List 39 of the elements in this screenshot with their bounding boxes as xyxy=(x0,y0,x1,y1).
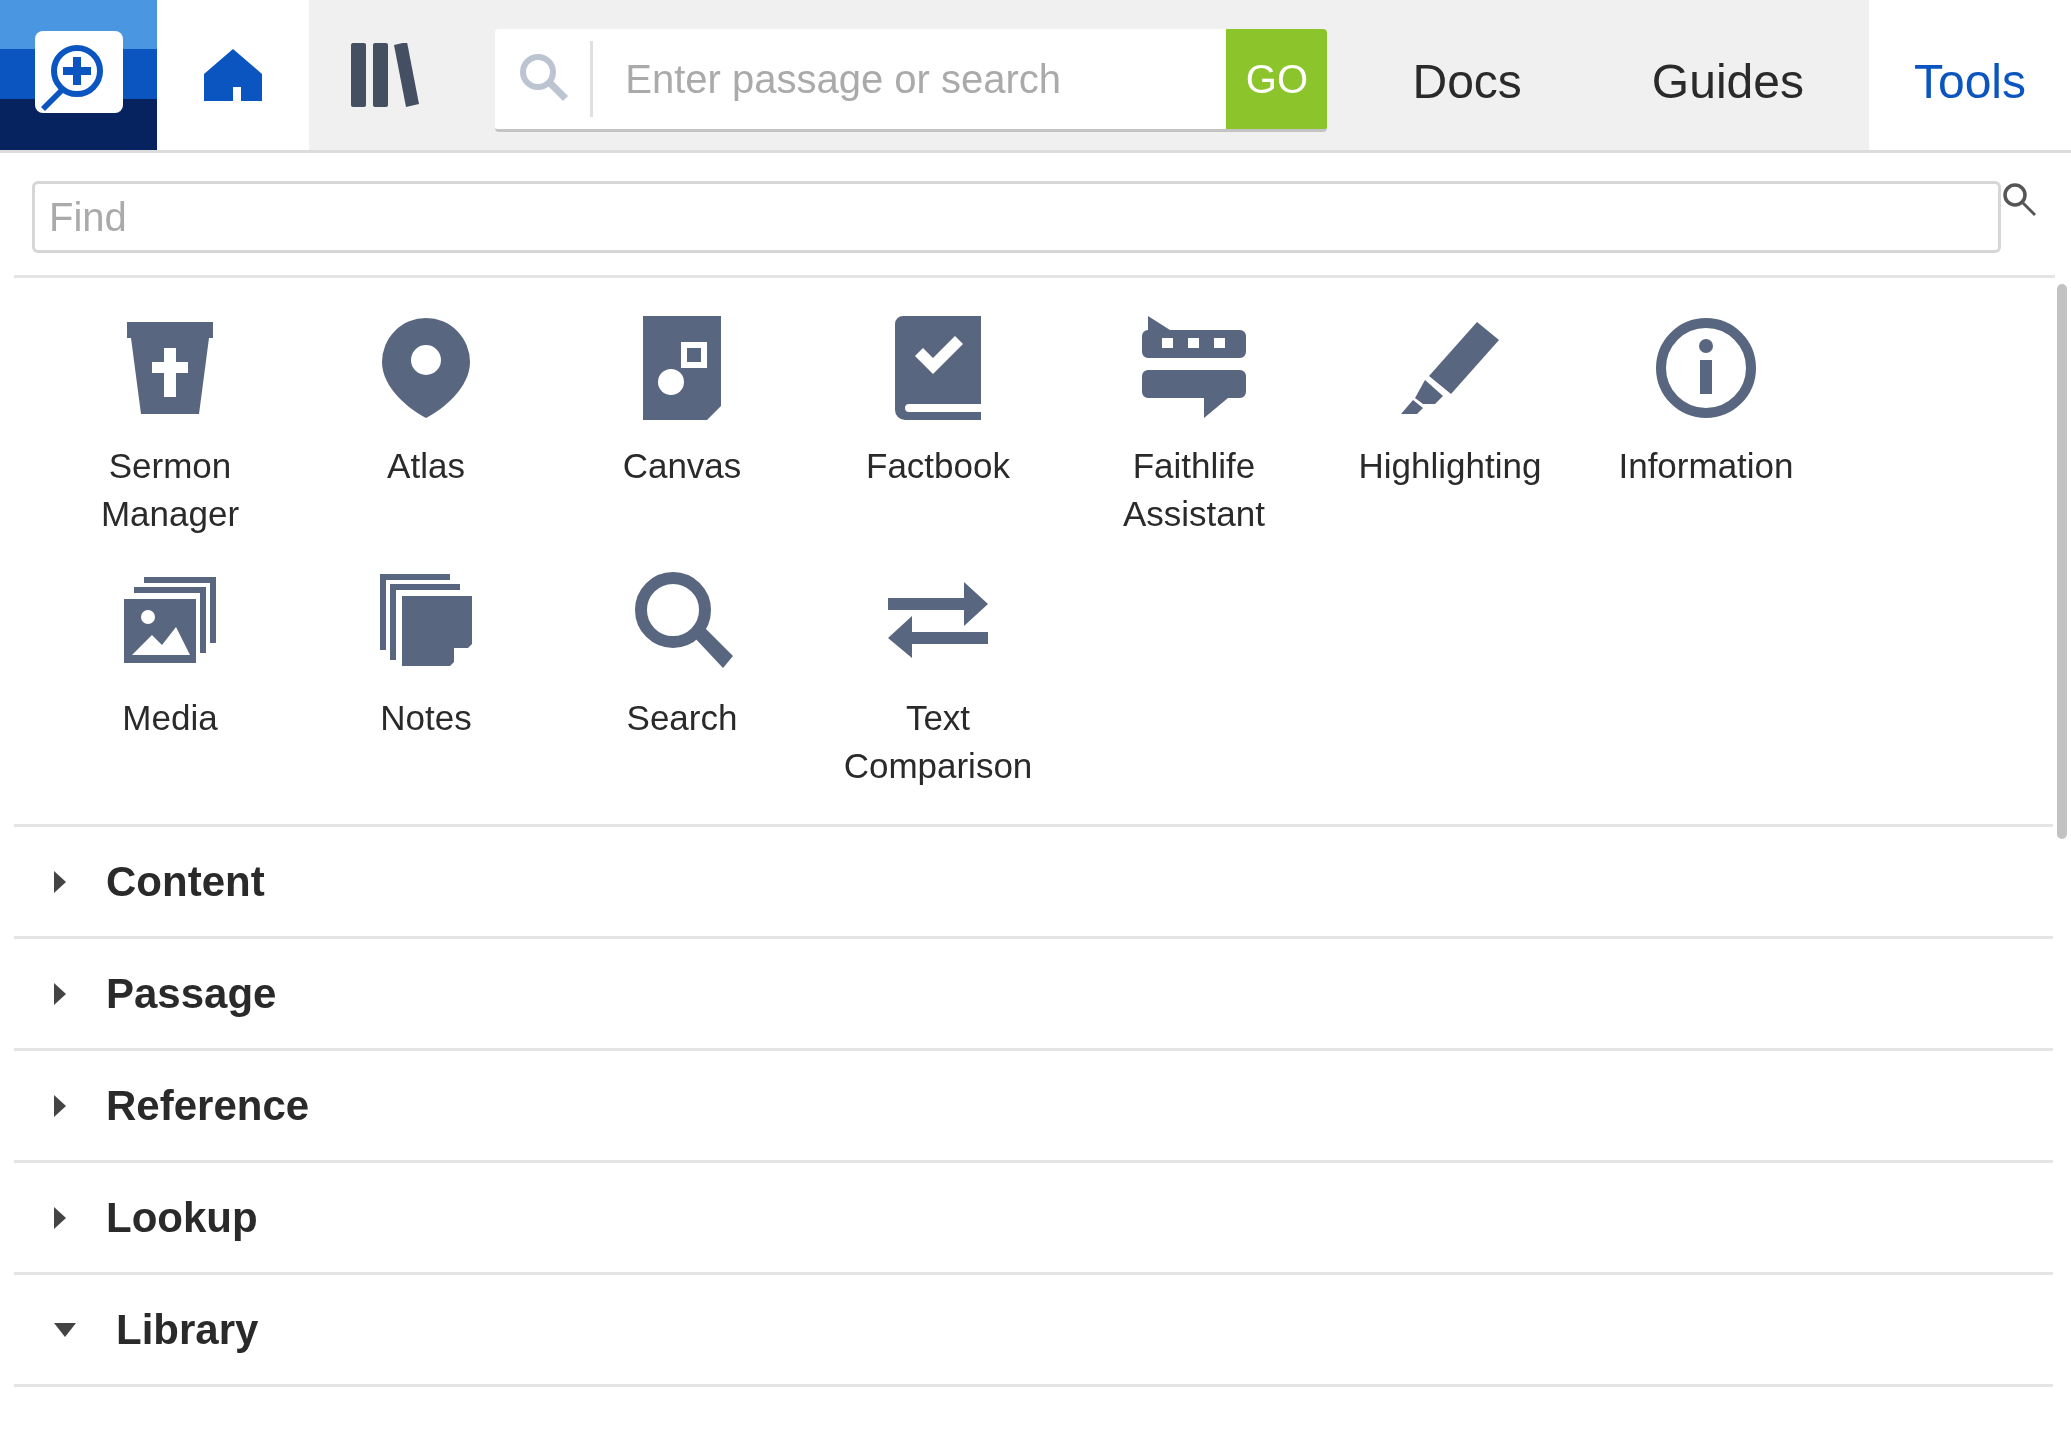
tool-item[interactable]: Atlas xyxy=(298,316,554,538)
tool-item[interactable]: Information xyxy=(1578,316,1834,538)
tool-item[interactable]: Factbook xyxy=(810,316,1066,538)
section-header[interactable]: Library xyxy=(116,1305,259,1354)
tool-item[interactable]: Search xyxy=(554,568,810,790)
section-header[interactable]: Content xyxy=(106,857,265,906)
nav-tab[interactable]: Docs xyxy=(1367,0,1567,150)
map-pin-icon xyxy=(380,316,472,420)
tool-item[interactable]: Sermon Manager xyxy=(42,316,298,538)
tool-item[interactable]: Text Comparison xyxy=(810,568,1066,790)
caret-right-icon[interactable] xyxy=(54,982,66,1005)
section-header[interactable]: Lookup xyxy=(106,1193,258,1242)
home-tab[interactable] xyxy=(157,0,310,150)
chat-bubbles-icon xyxy=(1142,316,1246,420)
logo-icon[interactable] xyxy=(0,0,158,150)
canvas-icon xyxy=(643,316,721,420)
tool-item[interactable]: Media xyxy=(42,568,298,790)
info-icon xyxy=(1654,316,1758,420)
tool-item[interactable]: Canvas xyxy=(554,316,810,538)
caret-right-icon[interactable] xyxy=(54,1094,66,1117)
books-icon xyxy=(351,43,420,107)
caret-right-icon[interactable] xyxy=(54,1206,66,1229)
tool-item[interactable]: Notes xyxy=(298,568,554,790)
nav-tab[interactable]: Tools xyxy=(1868,0,2071,150)
tool-item[interactable]: Faithlife Assistant xyxy=(1066,316,1322,538)
highlighter-icon xyxy=(1401,322,1499,414)
caret-right-icon[interactable] xyxy=(54,870,66,893)
nav-tab[interactable]: Guides xyxy=(1606,0,1849,150)
search-icon xyxy=(2001,181,2037,217)
notes-icon xyxy=(380,574,472,666)
home-icon xyxy=(204,49,263,101)
caret-down-icon[interactable] xyxy=(54,1322,76,1337)
section-header[interactable]: Reference xyxy=(106,1081,310,1130)
section-header[interactable]: Passage xyxy=(106,969,277,1018)
book-check-icon xyxy=(895,316,981,420)
tool-item[interactable]: Highlighting xyxy=(1322,316,1578,538)
images-icon xyxy=(124,577,216,663)
scrollbar-thumb[interactable] xyxy=(2057,284,2067,839)
swap-arrows-icon xyxy=(888,582,988,658)
